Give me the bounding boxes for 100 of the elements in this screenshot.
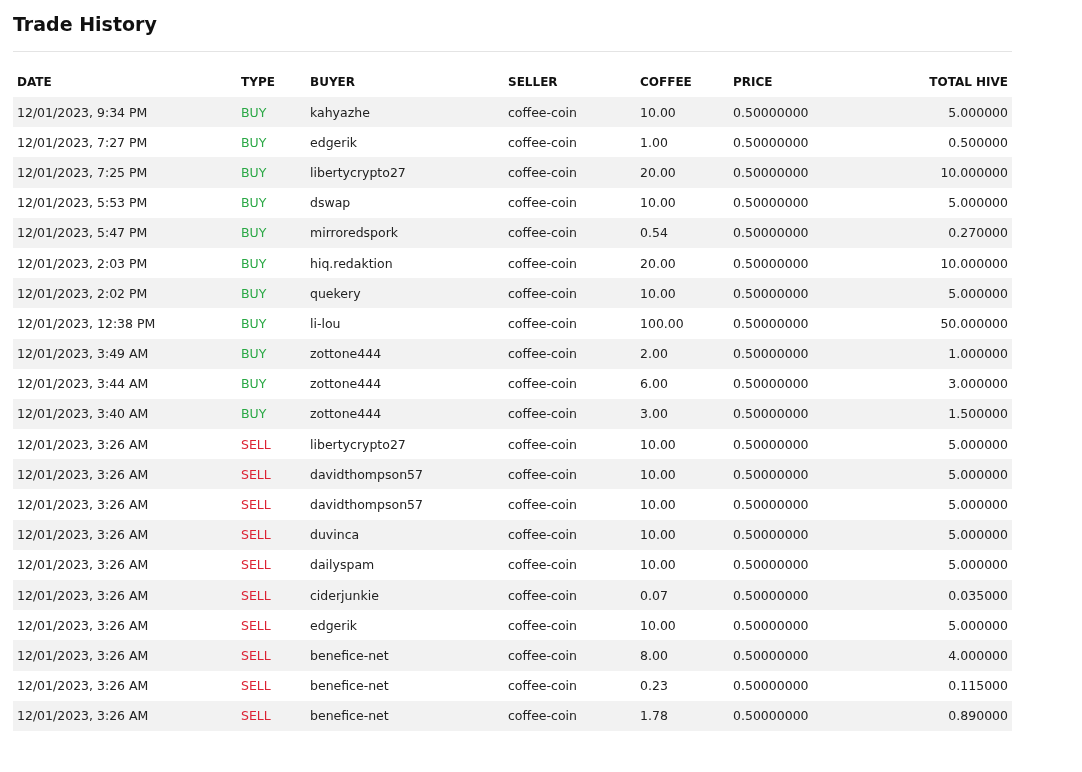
buyer-cell: dailyspam <box>310 557 375 573</box>
date-cell: 12/01/2023, 3:26 AM <box>17 647 149 663</box>
price-cell: 0.50000000 <box>733 195 809 211</box>
coffee-amount: 10.00 <box>640 195 676 211</box>
column-header: TYPE <box>241 75 275 89</box>
buyer-cell: benefice-net <box>310 708 389 724</box>
trade-type: BUY <box>241 225 267 241</box>
trade-type: SELL <box>241 617 271 633</box>
price-cell: 0.50000000 <box>733 497 809 513</box>
trade-type: BUY <box>241 315 267 331</box>
trade-type: BUY <box>241 164 267 180</box>
coffee-amount: 10.00 <box>640 617 676 633</box>
seller-cell: coffee-coin <box>508 285 577 301</box>
price-cell: 0.50000000 <box>733 225 809 241</box>
buyer-cell: edgerik <box>310 617 358 633</box>
coffee-amount: 10.00 <box>640 104 676 120</box>
price-cell: 0.50000000 <box>733 466 809 482</box>
coffee-amount: 10.00 <box>640 527 676 543</box>
seller-cell: coffee-coin <box>508 497 577 513</box>
buyer-cell: edgerik <box>310 134 358 150</box>
seller-cell: coffee-coin <box>508 647 577 663</box>
total-hive-cell: 50.000000 <box>940 315 1008 331</box>
coffee-amount: 100.00 <box>640 315 684 331</box>
seller-cell: coffee-coin <box>508 527 577 543</box>
seller-cell: coffee-coin <box>508 346 577 362</box>
seller-cell: coffee-coin <box>508 557 577 573</box>
date-cell: 12/01/2023, 7:25 PM <box>17 164 148 180</box>
buyer-cell: zottone444 <box>310 406 382 422</box>
price-cell: 0.50000000 <box>733 315 809 331</box>
trade-type: SELL <box>241 587 271 603</box>
date-cell: 12/01/2023, 3:26 AM <box>17 678 149 694</box>
date-cell: 12/01/2023, 3:40 AM <box>17 406 149 422</box>
total-hive-cell: 5.000000 <box>948 557 1008 573</box>
total-hive-cell: 3.000000 <box>948 376 1008 392</box>
date-cell: 12/01/2023, 3:26 AM <box>17 497 149 513</box>
date-cell: 12/01/2023, 3:26 AM <box>17 617 149 633</box>
buyer-cell: kahyazhe <box>310 104 370 120</box>
seller-cell: coffee-coin <box>508 134 577 150</box>
price-cell: 0.50000000 <box>733 376 809 392</box>
price-cell: 0.50000000 <box>733 406 809 422</box>
buyer-cell: benefice-net <box>310 647 389 663</box>
date-cell: 12/01/2023, 12:38 PM <box>17 315 156 331</box>
price-cell: 0.50000000 <box>733 678 809 694</box>
price-cell: 0.50000000 <box>733 285 809 301</box>
seller-cell: coffee-coin <box>508 617 577 633</box>
seller-cell: coffee-coin <box>508 406 577 422</box>
trade-type: SELL <box>241 527 271 543</box>
total-hive-cell: 5.000000 <box>948 617 1008 633</box>
seller-cell: coffee-coin <box>508 255 577 271</box>
total-hive-cell: 0.035000 <box>948 587 1008 603</box>
date-cell: 12/01/2023, 3:26 AM <box>17 708 149 724</box>
coffee-amount: 1.78 <box>640 708 668 724</box>
price-cell: 0.50000000 <box>733 587 809 603</box>
coffee-amount: 10.00 <box>640 497 676 513</box>
price-cell: 0.50000000 <box>733 436 809 452</box>
seller-cell: coffee-coin <box>508 678 577 694</box>
buyer-cell: benefice-net <box>310 678 389 694</box>
total-hive-cell: 0.115000 <box>948 678 1008 694</box>
price-cell: 0.50000000 <box>733 527 809 543</box>
trade-type: SELL <box>241 647 271 663</box>
coffee-amount: 20.00 <box>640 255 676 271</box>
trade-type: BUY <box>241 134 267 150</box>
price-cell: 0.50000000 <box>733 346 809 362</box>
seller-cell: coffee-coin <box>508 708 577 724</box>
date-cell: 12/01/2023, 5:47 PM <box>17 225 148 241</box>
buyer-cell: libertycrypto27 <box>310 436 406 452</box>
coffee-amount: 6.00 <box>640 376 668 392</box>
price-cell: 0.50000000 <box>733 255 809 271</box>
trade-type: SELL <box>241 678 271 694</box>
price-cell: 0.50000000 <box>733 708 809 724</box>
buyer-cell: davidthompson57 <box>310 497 423 513</box>
date-cell: 12/01/2023, 2:03 PM <box>17 255 148 271</box>
total-hive-cell: 0.270000 <box>948 225 1008 241</box>
coffee-amount: 2.00 <box>640 346 668 362</box>
trade-type: SELL <box>241 557 271 573</box>
column-header: PRICE <box>733 75 773 89</box>
total-hive-cell: 10.000000 <box>940 164 1008 180</box>
price-cell: 0.50000000 <box>733 647 809 663</box>
total-hive-cell: 4.000000 <box>948 647 1008 663</box>
seller-cell: coffee-coin <box>508 195 577 211</box>
total-hive-cell: 5.000000 <box>948 436 1008 452</box>
date-cell: 12/01/2023, 7:27 PM <box>17 134 148 150</box>
price-cell: 0.50000000 <box>733 104 809 120</box>
coffee-amount: 0.07 <box>640 587 668 603</box>
total-hive-cell: 5.000000 <box>948 527 1008 543</box>
seller-cell: coffee-coin <box>508 376 577 392</box>
date-cell: 12/01/2023, 3:26 AM <box>17 557 149 573</box>
date-cell: 12/01/2023, 3:26 AM <box>17 527 149 543</box>
trade-type: SELL <box>241 708 271 724</box>
date-cell: 12/01/2023, 3:44 AM <box>17 376 149 392</box>
column-header: BUYER <box>310 75 356 89</box>
coffee-amount: 0.23 <box>640 678 668 694</box>
buyer-cell: hiq.redaktion <box>310 255 393 271</box>
total-hive-cell: 1.000000 <box>948 346 1008 362</box>
coffee-amount: 20.00 <box>640 164 676 180</box>
date-cell: 12/01/2023, 3:26 AM <box>17 436 149 452</box>
trade-type: BUY <box>241 255 267 271</box>
date-cell: 12/01/2023, 5:53 PM <box>17 195 148 211</box>
coffee-amount: 10.00 <box>640 436 676 452</box>
buyer-cell: libertycrypto27 <box>310 164 406 180</box>
